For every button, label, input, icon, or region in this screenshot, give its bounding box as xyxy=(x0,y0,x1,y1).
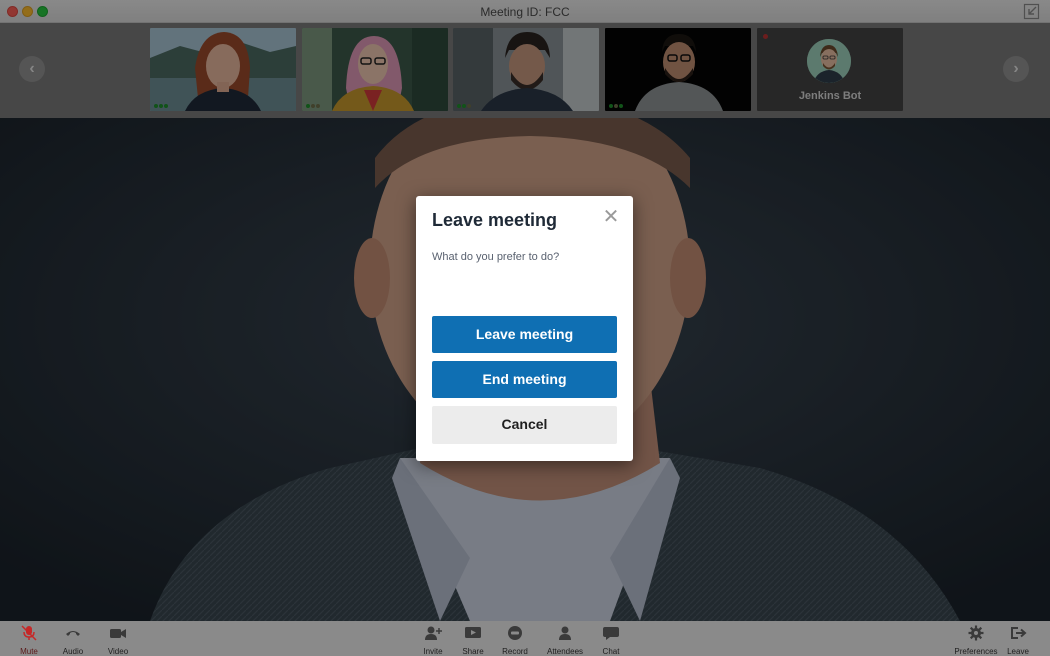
phone-icon xyxy=(66,631,80,636)
dialog-title: Leave meeting xyxy=(432,210,558,230)
chat-button[interactable]: Chat xyxy=(586,625,636,656)
video-camera-icon xyxy=(110,629,126,638)
leave-button[interactable]: Leave xyxy=(993,625,1043,656)
add-user-icon xyxy=(425,626,442,640)
cancel-button[interactable]: Cancel xyxy=(432,406,617,444)
attendees-button[interactable]: Attendees xyxy=(540,625,590,656)
meeting-window: Meeting ID: FCC ‹ Jenkins Bot › Mute Aud… xyxy=(0,0,1050,656)
mute-button[interactable]: Mute xyxy=(4,625,54,656)
dialog-question: What do you prefer to do? xyxy=(432,251,560,263)
audio-button[interactable]: Audio xyxy=(48,625,98,656)
leave-meeting-button[interactable]: Leave meeting xyxy=(432,316,617,353)
leave-meeting-dialog: Leave meeting ✕ What do you prefer to do… xyxy=(416,196,633,461)
gear-icon xyxy=(968,625,984,641)
record-icon xyxy=(508,626,522,640)
share-screen-icon xyxy=(465,627,481,638)
chat-bubble-icon xyxy=(603,627,619,640)
record-button[interactable]: Record xyxy=(490,625,540,656)
microphone-muted-icon xyxy=(21,625,37,641)
attendees-icon xyxy=(559,626,571,640)
video-button[interactable]: Video xyxy=(93,625,143,656)
toolbar-items: Mute Audio Video Invite Share Record Att… xyxy=(0,621,1050,656)
exit-icon xyxy=(1011,627,1027,639)
end-meeting-button[interactable]: End meeting xyxy=(432,361,617,398)
close-icon[interactable]: ✕ xyxy=(602,207,620,227)
